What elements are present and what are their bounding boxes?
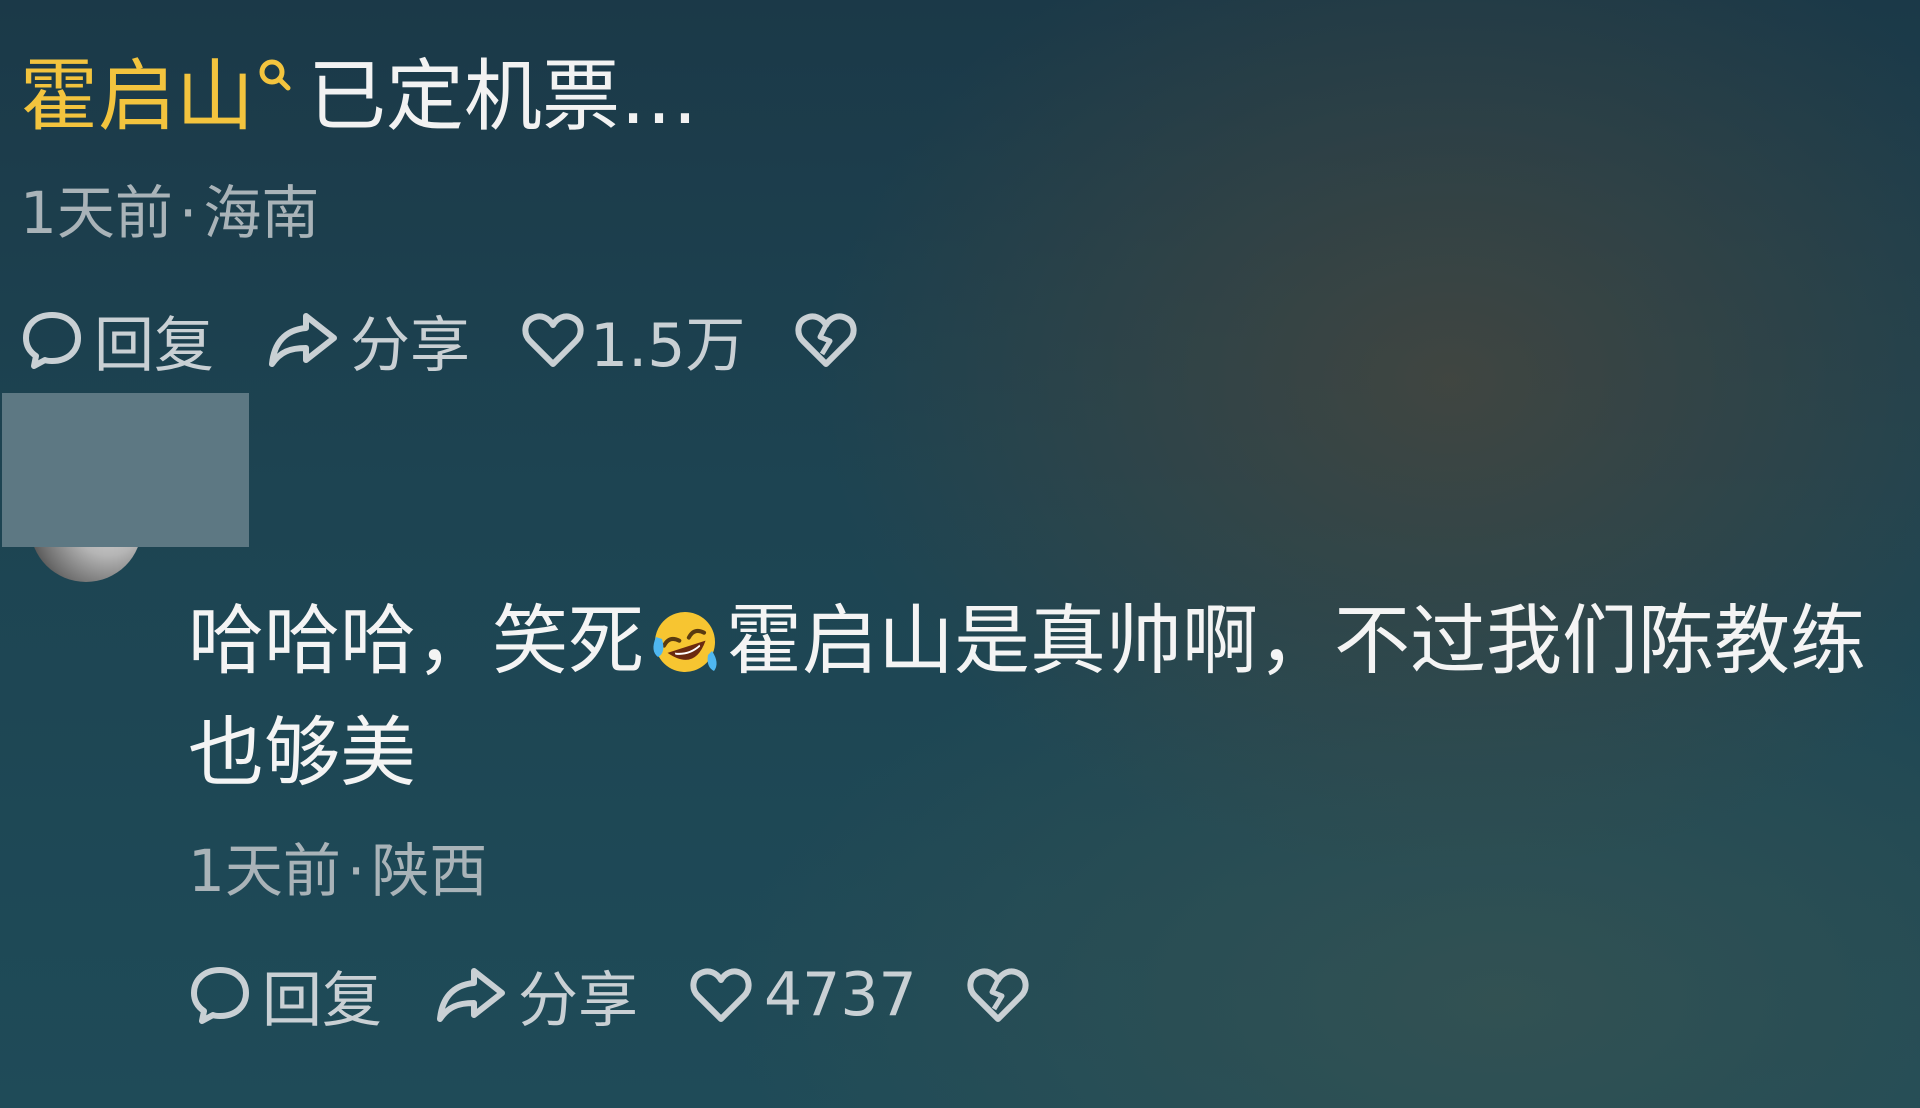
like-count: 4737 bbox=[764, 960, 917, 1030]
share-arrow-icon bbox=[437, 968, 505, 1022]
laughing-emoji-icon bbox=[650, 595, 720, 672]
heart-icon bbox=[522, 313, 584, 367]
reply-button[interactable]: 回复 bbox=[20, 297, 214, 384]
comment-meta: 1天前 · 海南 bbox=[20, 180, 319, 246]
comment-content: 霍启山 已定机票… bbox=[20, 52, 698, 142]
reply-meta: 1天前 · 陕西 bbox=[188, 838, 487, 904]
comment-text: 已定机票… bbox=[308, 52, 699, 142]
like-button[interactable]: 1.5万 bbox=[522, 297, 745, 384]
speech-bubble-icon bbox=[191, 967, 249, 1024]
share-button[interactable]: 分享 bbox=[266, 297, 470, 384]
comment-time: 1天前 bbox=[20, 179, 173, 247]
reply-label: 回复 bbox=[94, 310, 214, 381]
broken-heart-icon bbox=[795, 313, 857, 367]
share-label: 分享 bbox=[518, 965, 638, 1036]
speech-bubble-icon bbox=[23, 312, 81, 369]
dislike-button[interactable] bbox=[795, 310, 857, 370]
meta-separator: · bbox=[178, 179, 198, 247]
reply-time: 1天前 bbox=[188, 837, 341, 905]
comment-actions: 回复 分享 1.5万 bbox=[20, 305, 857, 381]
comment-item: 霍启山 已定机票… 1天前 · 海南 回复 分享 1.5万 bbox=[0, 0, 1920, 390]
reply-content: 哈哈哈，笑死 霍启山是真帅啊，不过我们陈教练也够美 bbox=[188, 585, 1898, 809]
share-label: 分享 bbox=[350, 310, 470, 381]
redacted-username bbox=[2, 393, 249, 547]
reply-text-part-1: 哈哈哈，笑死 bbox=[188, 596, 644, 685]
dislike-button[interactable] bbox=[967, 965, 1029, 1025]
reply-actions: 回复 分享 4737 bbox=[188, 960, 1029, 1036]
like-count: 1.5万 bbox=[590, 310, 746, 381]
mention-link[interactable]: 霍启山 bbox=[20, 52, 254, 142]
broken-heart-icon bbox=[967, 968, 1029, 1022]
search-icon[interactable] bbox=[258, 52, 298, 112]
meta-separator: · bbox=[346, 837, 366, 905]
share-button[interactable]: 分享 bbox=[434, 952, 638, 1039]
share-arrow-icon bbox=[269, 313, 337, 367]
reply-button[interactable]: 回复 bbox=[188, 952, 382, 1039]
reply-label: 回复 bbox=[262, 965, 382, 1036]
heart-icon bbox=[690, 968, 752, 1022]
reply-location: 陕西 bbox=[371, 837, 488, 905]
like-button[interactable]: 4737 bbox=[690, 960, 917, 1030]
comment-location: 海南 bbox=[203, 179, 320, 247]
